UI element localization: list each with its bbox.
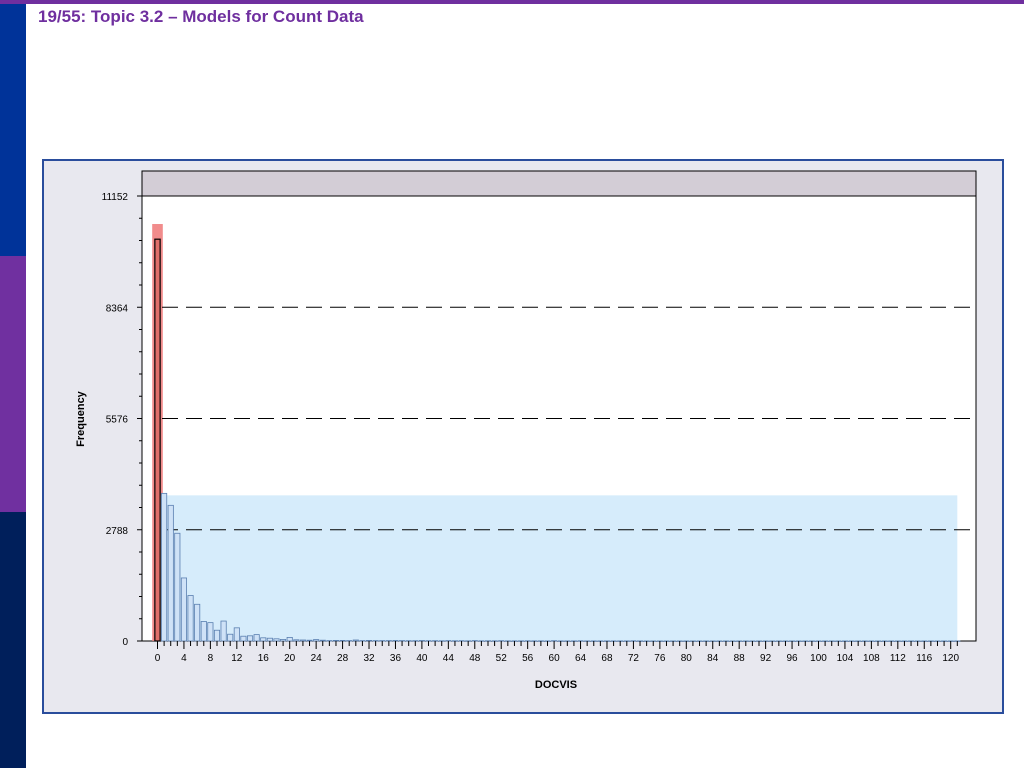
- x-tick-label: 68: [601, 653, 613, 664]
- x-tick-label: 40: [416, 653, 428, 664]
- x-tick-label: 8: [208, 653, 214, 664]
- histogram-bar: [207, 622, 214, 642]
- slide-title: 19/55: Topic 3.2 – Models for Count Data: [38, 7, 364, 26]
- histogram-bar: [266, 637, 273, 642]
- histogram-bar: [286, 637, 293, 642]
- top-accent-bar: [0, 0, 1024, 4]
- x-tick-label: 52: [496, 653, 508, 664]
- side-strip-blue: [0, 4, 26, 256]
- histogram-bar: [260, 637, 267, 642]
- histogram-bar: [352, 639, 359, 642]
- x-tick-label: 100: [810, 653, 827, 664]
- histogram-bar: [418, 640, 425, 642]
- x-tick-label: 56: [522, 653, 534, 664]
- histogram-bar: [313, 639, 320, 642]
- x-tick-label: 116: [916, 653, 932, 664]
- x-tick-label: 16: [258, 653, 270, 664]
- histogram-bar: [319, 639, 326, 642]
- x-tick-label: 104: [837, 653, 854, 664]
- histogram-bar: [240, 635, 247, 642]
- selection-highlight-blue: [160, 495, 958, 641]
- histogram-bar: [332, 640, 340, 642]
- y-tick-label: 2788: [106, 526, 129, 537]
- histogram-bar: [194, 603, 201, 642]
- chart-header-band: [141, 170, 977, 197]
- x-tick-label: 60: [549, 653, 561, 664]
- x-tick-label: 28: [337, 653, 349, 664]
- y-tick-label: 11152: [102, 192, 129, 203]
- x-tick-label: 80: [681, 653, 693, 664]
- histogram-bar: [246, 635, 254, 642]
- x-tick-label: 4: [181, 653, 187, 664]
- x-tick-label: 92: [760, 653, 772, 664]
- histogram-bar: [161, 492, 168, 642]
- side-strip-purple: [0, 256, 26, 512]
- histogram-bar: [365, 640, 373, 642]
- x-tick-label: 108: [863, 653, 880, 664]
- histogram-bar: [339, 640, 346, 642]
- histogram-bar: [280, 639, 287, 642]
- x-tick-label: 88: [734, 653, 746, 664]
- x-tick-label: 36: [390, 653, 402, 664]
- histogram-chart: 027885576836411152 0 4 8 12 16 20 24 28 32 36 40 44…: [75, 170, 977, 691]
- histogram-bar: [253, 634, 260, 642]
- x-tick-label: 44: [443, 653, 455, 664]
- x-tick-label: 120: [942, 653, 959, 664]
- chart-frame: 0 2788 5576 8364 11152 0 4 8 12 16 20 24 28 32 36 40 44…: [42, 159, 1004, 714]
- x-tick-label: 84: [707, 653, 719, 664]
- x-tick-label: 12: [231, 653, 243, 664]
- histogram-bar: [306, 639, 313, 642]
- histogram-bar: [167, 504, 174, 642]
- histogram-bar: [233, 627, 240, 642]
- x-tick-label: 72: [628, 653, 640, 664]
- histogram-bar: [174, 532, 181, 642]
- x-tick-label: 96: [786, 653, 798, 664]
- histogram-bar: [213, 629, 221, 642]
- y-tick-label: 0: [122, 637, 128, 648]
- histogram-bar: [293, 639, 300, 642]
- x-tick-label: 0: [155, 653, 161, 664]
- y-tick-label: 5576: [106, 415, 129, 426]
- x-tick-label: 20: [284, 653, 296, 664]
- histogram-bar: [200, 621, 207, 642]
- x-tick-label: 76: [654, 653, 666, 664]
- y-tick-label: 8364: [106, 303, 129, 314]
- side-strip-navy: [0, 512, 26, 768]
- histogram-bar: [180, 577, 187, 642]
- y-axis-title: Frequency: [75, 390, 87, 447]
- x-tick-label: 64: [575, 653, 587, 664]
- histogram-bar: [392, 640, 399, 642]
- x-tick-label: 48: [469, 653, 481, 664]
- x-tick-label: 112: [890, 653, 906, 664]
- histogram-bar: [220, 620, 227, 642]
- x-tick-label: 32: [363, 653, 375, 664]
- histogram-bar: [154, 238, 161, 642]
- histogram-bar: [299, 639, 306, 642]
- x-tick-label: 24: [311, 653, 323, 664]
- x-axis-title: DOCVIS: [535, 679, 577, 691]
- histogram-bar: [187, 595, 194, 642]
- histogram-bar: [273, 638, 280, 642]
- histogram-bar: [227, 633, 234, 642]
